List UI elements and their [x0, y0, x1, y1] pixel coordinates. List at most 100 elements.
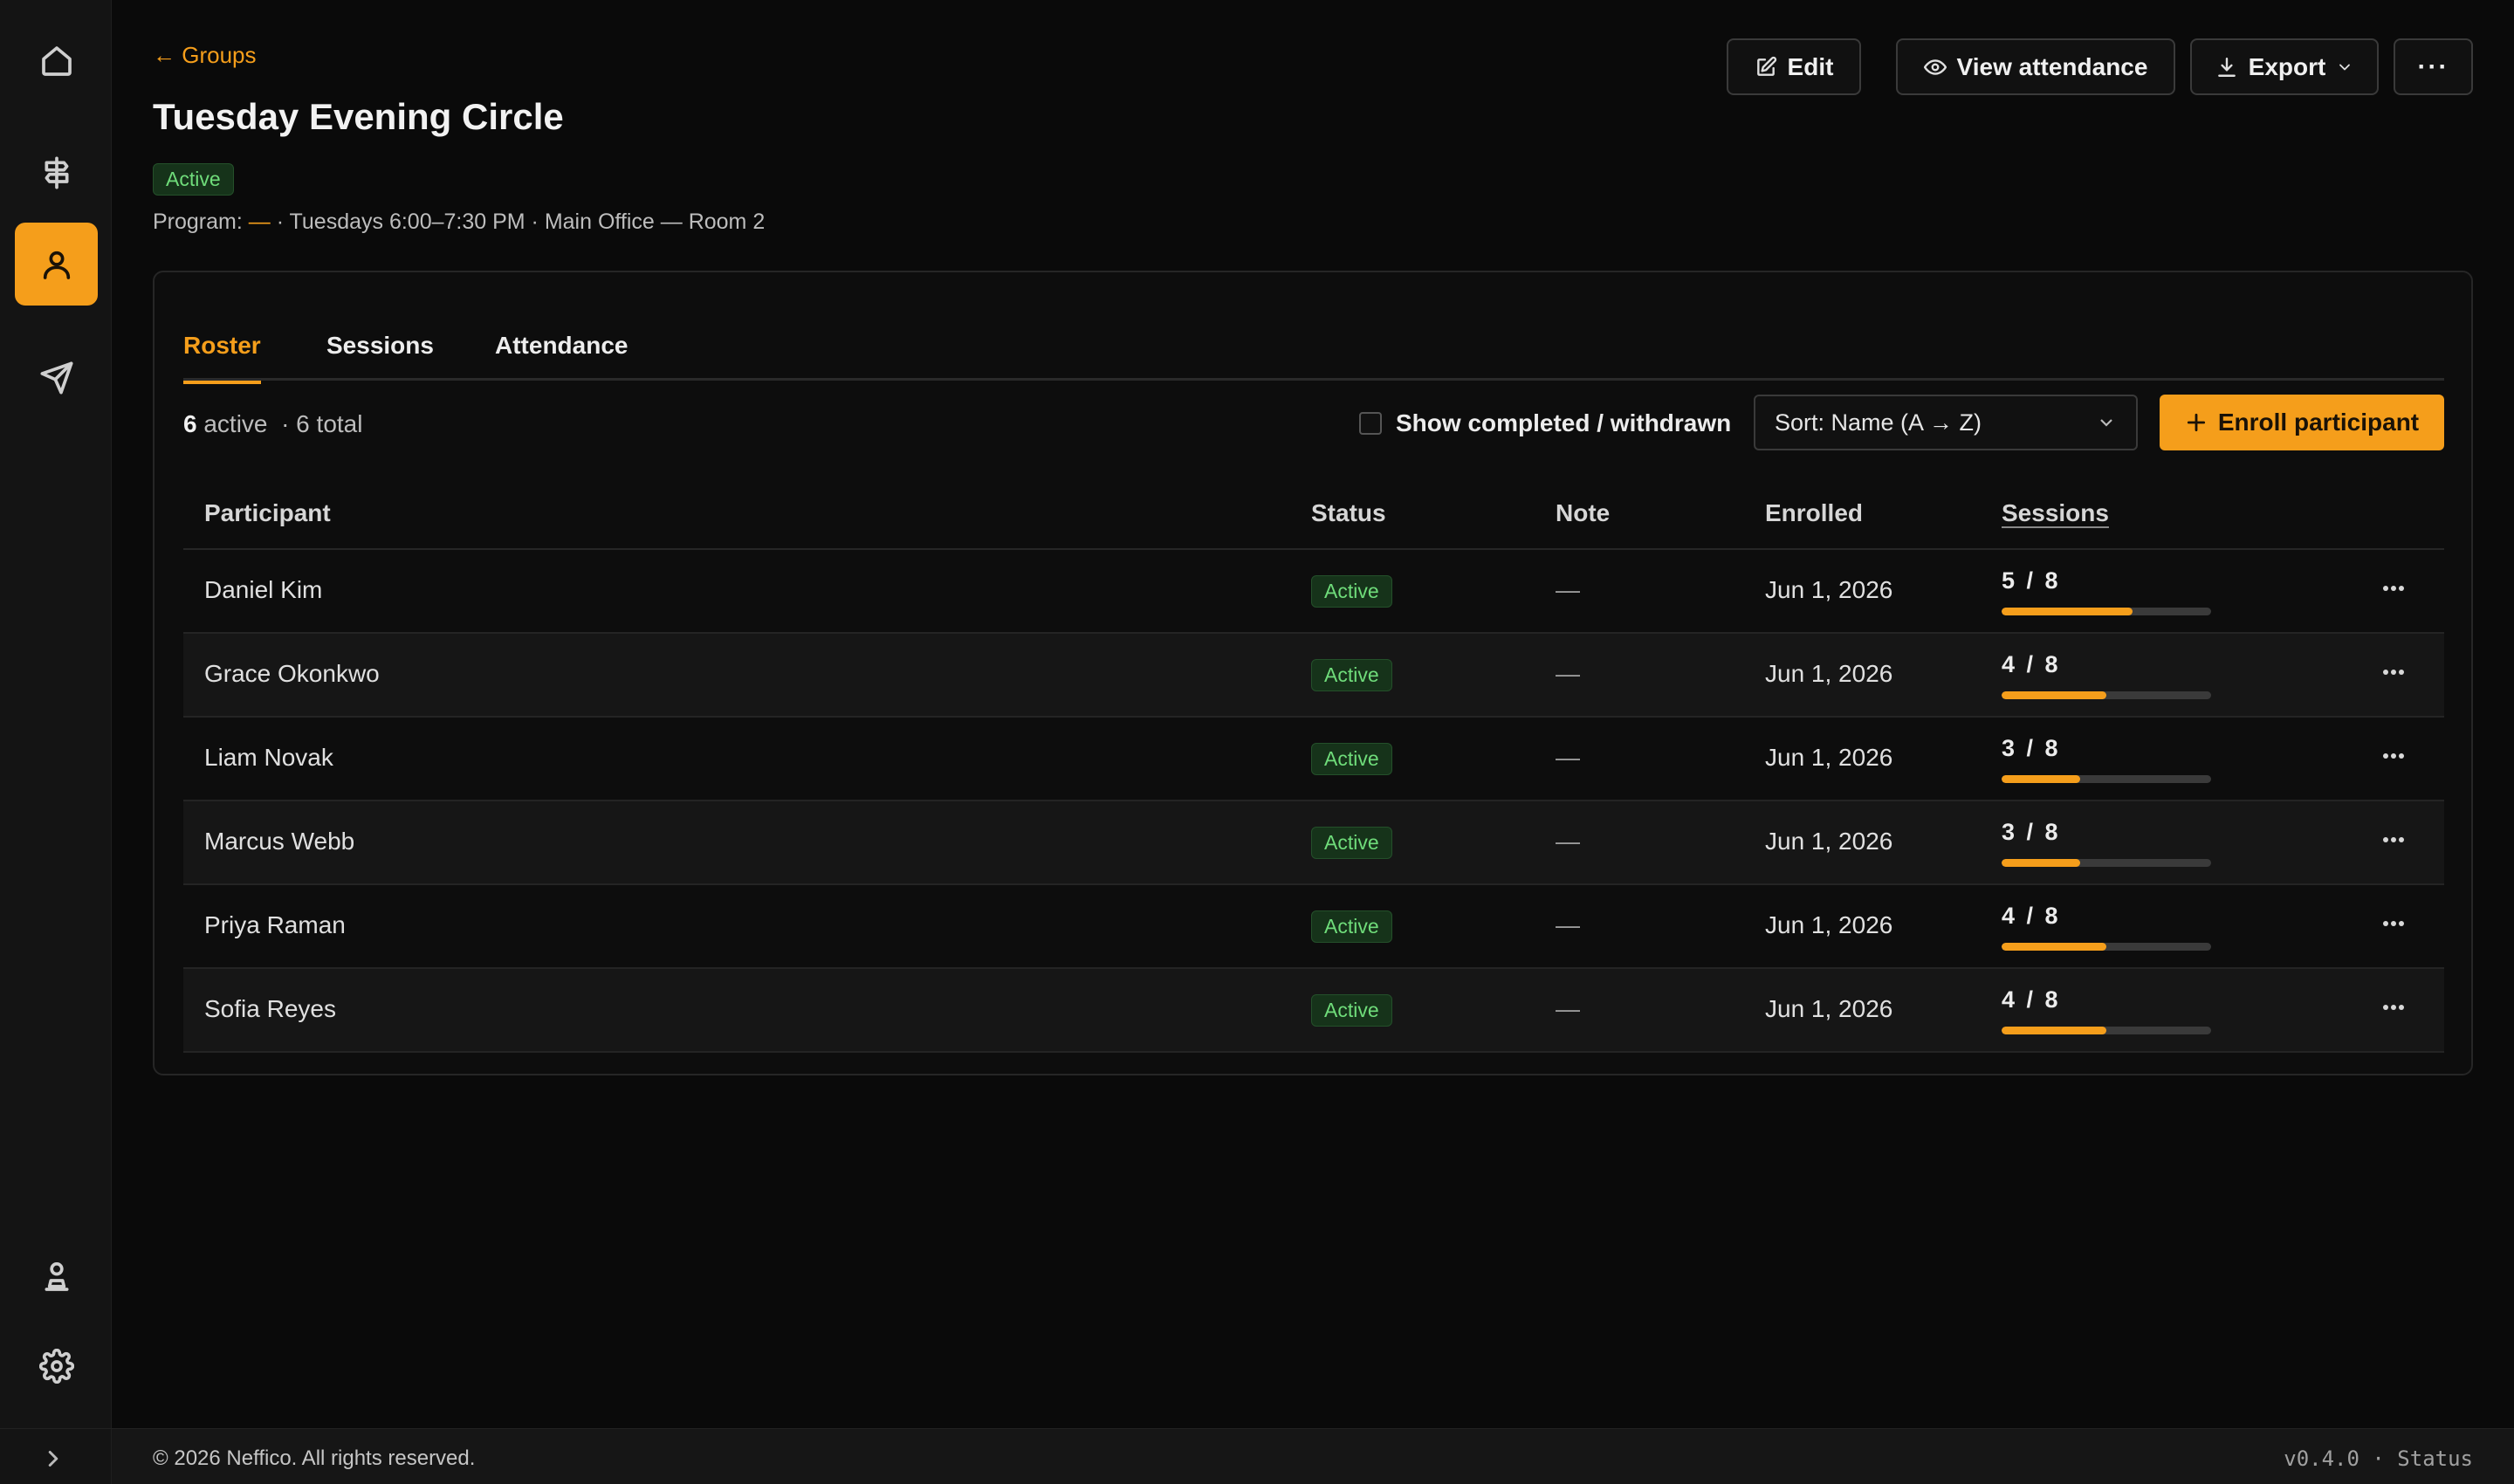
view-attendance-button[interactable]: View attendance: [1896, 38, 2175, 95]
show-completed-toggle[interactable]: Show completed / withdrawn: [1359, 409, 1731, 437]
note-cell: —: [1556, 576, 1580, 603]
table-row[interactable]: Priya Raman Active — Jun 1, 2026 4 / 8: [183, 885, 2444, 969]
edit-icon: [1756, 56, 1776, 76]
nav-settings[interactable]: [15, 1324, 98, 1407]
total-label: · 6 total: [281, 410, 363, 437]
tab-sessions[interactable]: Sessions: [326, 332, 434, 381]
tab-attendance[interactable]: Attendance: [495, 332, 628, 381]
chevron-right-icon: [48, 1451, 58, 1467]
enrolled-date: Jun 1, 2026: [1765, 828, 1893, 855]
participant-name[interactable]: Liam Novak: [204, 744, 333, 772]
sessions-progress-fill: [2002, 1027, 2106, 1034]
enrolled-date: Jun 1, 2026: [1765, 995, 1893, 1022]
table-row[interactable]: Marcus Webb Active — Jun 1, 2026 3 / 8: [183, 801, 2444, 885]
enroll-label: Enroll participant: [2217, 409, 2420, 436]
plus-icon: [2187, 413, 2205, 432]
view-attendance-label: View attendance: [1956, 52, 2148, 80]
expand-sidebar-button[interactable]: [40, 1446, 72, 1477]
sort-select[interactable]: Sort: Name (A → Z): [1754, 395, 2138, 450]
sessions-progress-fill: [2002, 943, 2106, 951]
nav-profile[interactable]: [15, 1234, 98, 1317]
tab-bar: Roster Sessions Attendance: [183, 307, 2444, 384]
show-completed-checkbox[interactable]: [1359, 412, 1382, 435]
note-cell: —: [1556, 744, 1580, 771]
edit-button[interactable]: Edit: [1727, 38, 1861, 95]
sessions-count: 4 / 8: [2002, 651, 2061, 677]
participant-name[interactable]: Grace Okonkwo: [204, 660, 380, 688]
row-actions-button[interactable]: [2383, 915, 2418, 936]
enrolled-date: Jun 1, 2026: [1765, 744, 1893, 771]
row-actions-button[interactable]: [2383, 580, 2418, 601]
sessions-progress-bar: [2002, 1027, 2211, 1034]
roster-counts: 6 active · 6 total: [183, 410, 362, 438]
table-row[interactable]: Grace Okonkwo Active — Jun 1, 2026 4 / 8: [183, 634, 2444, 718]
status-badge: Active: [1311, 827, 1392, 859]
version-status-link[interactable]: v0.4.0 · Status: [2284, 1446, 2473, 1471]
chevron-down-icon: [2339, 64, 2351, 70]
note-cell: —: [1556, 660, 1580, 687]
more-icon: ···: [2417, 52, 2449, 81]
row-actions-button[interactable]: [2383, 831, 2418, 852]
nav-groups[interactable]: [15, 223, 98, 306]
footer: © 2026 Neffico. All rights reserved. v0.…: [112, 1428, 2514, 1484]
sidebar-divider: [0, 1428, 112, 1429]
show-completed-label: Show completed / withdrawn: [1396, 409, 1732, 436]
nav-home[interactable]: [15, 19, 98, 102]
participant-name[interactable]: Marcus Webb: [204, 828, 354, 855]
table-header: Participant Status Note Enrolled Session…: [183, 473, 2444, 550]
user-stamp-icon: [45, 1261, 68, 1291]
participant-name[interactable]: Daniel Kim: [204, 576, 322, 604]
enroll-participant-button[interactable]: Enroll participant: [2160, 395, 2444, 450]
col-participant: Participant: [204, 499, 331, 526]
table-row[interactable]: Daniel Kim Active — Jun 1, 2026 5 / 8: [183, 550, 2444, 634]
sessions-count: 4 / 8: [2002, 986, 2061, 1013]
status-badge: Active: [153, 163, 234, 196]
roster-table: Participant Status Note Enrolled Session…: [183, 473, 2444, 1053]
sessions-progress-bar: [2002, 775, 2211, 783]
row-actions-button[interactable]: [2383, 663, 2418, 684]
page-title: Tuesday Evening Circle: [153, 96, 564, 137]
sort-value: Sort: Name (A → Z): [1775, 409, 1982, 436]
col-enrolled: Enrolled: [1765, 499, 1864, 526]
col-sessions[interactable]: Sessions: [2002, 499, 2109, 527]
nav-programs[interactable]: [15, 131, 98, 214]
export-label: Export: [2248, 52, 2326, 80]
roster-card: Roster Sessions Attendance 6 active · 6 …: [153, 271, 2473, 1075]
sessions-progress-fill: [2002, 691, 2106, 699]
row-actions-button[interactable]: [2383, 999, 2418, 1020]
sessions-progress-bar: [2002, 859, 2211, 867]
gear-icon: [38, 1348, 74, 1384]
more-actions-button[interactable]: ···: [2394, 38, 2473, 95]
table-row[interactable]: Liam Novak Active — Jun 1, 2026 3 / 8: [183, 718, 2444, 801]
row-actions-button[interactable]: [2383, 747, 2418, 768]
meta-program[interactable]: —: [249, 210, 271, 234]
user-icon: [43, 251, 70, 279]
note-cell: —: [1556, 911, 1580, 938]
participant-name[interactable]: Sofia Reyes: [204, 995, 336, 1023]
status-badge: Active: [1311, 659, 1392, 691]
note-cell: —: [1556, 995, 1580, 1022]
sessions-progress-fill: [2002, 859, 2080, 867]
table-row[interactable]: Sofia Reyes Active — Jun 1, 2026 4 / 8: [183, 969, 2444, 1053]
sessions-count: 4 / 8: [2002, 903, 2061, 929]
chevron-down-icon: [2100, 419, 2112, 427]
sessions-count: 5 / 8: [2002, 567, 2061, 594]
edit-label: Edit: [1787, 52, 1834, 80]
signpost-icon: [45, 156, 68, 189]
active-label: active: [203, 410, 268, 437]
participant-name[interactable]: Priya Raman: [204, 911, 346, 939]
status-badge: Active: [1311, 743, 1392, 775]
back-to-groups-link[interactable]: ← Groups: [153, 42, 257, 69]
status-badge: Active: [1311, 575, 1392, 608]
sessions-progress-bar: [2002, 608, 2211, 615]
sessions-progress-fill: [2002, 775, 2080, 783]
send-icon: [40, 361, 72, 394]
export-button[interactable]: Export: [2190, 38, 2379, 95]
sessions-count: 3 / 8: [2002, 819, 2061, 845]
group-meta: Program: — · Tuesdays 6:00–7:30 PM · Mai…: [153, 210, 765, 235]
tab-roster[interactable]: Roster: [183, 332, 261, 384]
nav-messages[interactable]: [15, 336, 98, 419]
enrolled-date: Jun 1, 2026: [1765, 911, 1893, 938]
table-body: Daniel Kim Active — Jun 1, 2026 5 / 8 Grace O…: [183, 550, 2444, 1053]
sessions-progress-bar: [2002, 691, 2211, 699]
